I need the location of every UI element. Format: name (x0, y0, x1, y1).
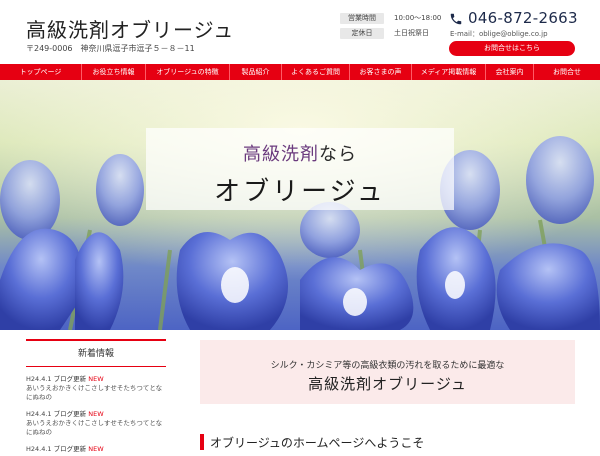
site-title[interactable]: 高級洗剤オブリージュ (26, 14, 234, 43)
welcome-banner: シルク・カシミア等の高級衣類の汚れを取るために最適な 高級洗剤オブリージュ (200, 340, 575, 404)
nav-item-media[interactable]: メディア掲載情報 (412, 64, 486, 80)
news-new-badge: NEW (88, 445, 104, 453)
nav-item-company[interactable]: 会社案内 (486, 64, 534, 80)
news-item[interactable]: H24.4.1 ブログ更新 NEW あいうえおかきくけこさしすせそたちつてとなに… (26, 375, 166, 402)
nav-item-top[interactable]: トップページ (0, 64, 82, 80)
nav-item-faq[interactable]: よくあるご質問 (282, 64, 350, 80)
nav-item-useful-info[interactable]: お役立ち情報 (82, 64, 146, 80)
news-tag: ブログ更新 (53, 445, 87, 453)
news-section: 新着情報 H24.4.1 ブログ更新 NEW あいうえおかきくけこさしすせそたち… (26, 339, 166, 454)
section-heading-text: オブリージュのホームページへようこそ (210, 435, 425, 450)
business-info: 営業時間 10:00～18:00 定休日 土日祝祭日 (340, 13, 441, 43)
hero-tagline: 高級洗剤なら (146, 140, 454, 166)
hero-caption: 高級洗剤なら オブリージュ (146, 128, 454, 210)
news-date: H24.4.1 (26, 410, 52, 418)
news-new-badge: NEW (88, 410, 104, 418)
site-address: 〒249-0006 神奈川県逗子市逗子５－８－11 (26, 44, 195, 53)
news-tag: ブログ更新 (53, 410, 87, 418)
site-header: 高級洗剤オブリージュ 〒249-0006 神奈川県逗子市逗子５－８－11 営業時… (0, 0, 600, 64)
section-heading: オブリージュのホームページへようこそ (200, 433, 424, 451)
business-hours-row: 営業時間 10:00～18:00 (340, 13, 441, 24)
news-item[interactable]: H24.4.1 ブログ更新 NEW あいうえおかきくけこさしすせそたちつてとなに… (26, 410, 166, 437)
phone-icon (449, 11, 463, 25)
hero-tagline-accent: 高級洗剤 (243, 144, 319, 165)
nav-item-products[interactable]: 製品紹介 (230, 64, 282, 80)
contact-button[interactable]: お問合せはこちら (449, 41, 575, 56)
phone-number[interactable]: 046-872-2663 (468, 9, 578, 27)
heading-accent-bar (200, 434, 204, 450)
news-date: H24.4.1 (26, 375, 52, 383)
business-hours-value: 10:00～18:00 (394, 14, 442, 22)
business-hours-label: 営業時間 (340, 13, 384, 24)
hero-banner: 高級洗剤なら オブリージュ (0, 80, 600, 330)
news-item[interactable]: H24.4.1 ブログ更新 NEW (26, 445, 166, 454)
hero-tagline-rest: なら (319, 144, 357, 165)
news-tag: ブログ更新 (53, 375, 87, 383)
hero-brand: オブリージュ (214, 177, 386, 207)
nav-item-voices[interactable]: お客さまの声 (350, 64, 412, 80)
nav-item-features[interactable]: オブリージュの特徴 (146, 64, 230, 80)
holiday-label: 定休日 (340, 28, 384, 39)
news-new-badge: NEW (88, 375, 104, 383)
email-address[interactable]: E-mail：oblige@oblige.co.jp (450, 29, 548, 39)
phone-contact[interactable]: 046-872-2663 (449, 9, 578, 27)
welcome-title: 高級洗剤オブリージュ (308, 375, 467, 393)
news-heading: 新着情報 (26, 339, 166, 367)
welcome-subtitle: シルク・カシミア等の高級衣類の汚れを取るために最適な (270, 361, 505, 371)
holiday-value: 土日祝祭日 (394, 29, 429, 37)
nav-item-contact[interactable]: お問合せ (534, 64, 600, 80)
news-body[interactable]: あいうえおかきくけこさしすせそたちつてとなにぬねの (26, 384, 166, 402)
news-date: H24.4.1 (26, 445, 52, 453)
global-nav: トップページ お役立ち情報 オブリージュの特徴 製品紹介 よくあるご質問 お客さ… (0, 64, 600, 80)
holiday-row: 定休日 土日祝祭日 (340, 28, 441, 39)
news-body[interactable]: あいうえおかきくけこさしすせそたちつてとなにぬねの (26, 419, 166, 437)
